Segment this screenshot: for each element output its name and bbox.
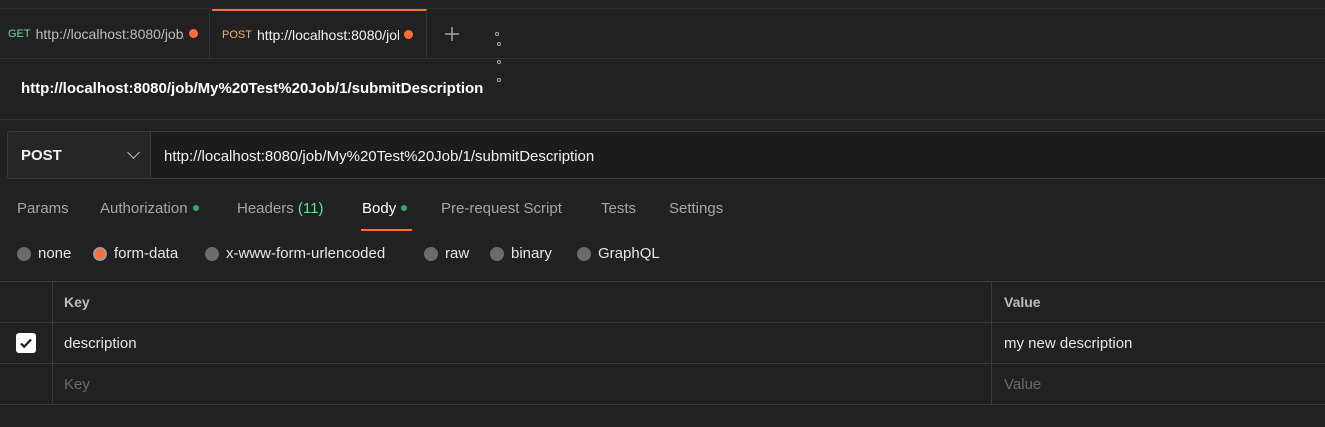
unsaved-changes-dot [188,29,198,38]
more-icon [495,31,501,82]
row-enabled-checkbox[interactable] [16,333,36,353]
check-icon [20,338,32,349]
radio-circle [205,246,219,261]
tab-method-get: GET [8,27,31,40]
tab-url: http://localhost:8080/job/My%20Test%20Jo… [35,25,184,42]
radio-binary[interactable]: binary [490,245,552,262]
plus-icon [445,26,459,41]
headers-count-badge: (11) [297,200,324,217]
tab-headers-label: Headers [237,200,294,217]
radio-label: binary [511,245,552,262]
url-input[interactable] [151,132,1325,180]
tab-settings[interactable]: Settings [669,200,723,230]
row-check-cell [0,364,53,404]
radio-x-www-form-urlencoded[interactable]: x-www-form-urlencoded [205,245,385,262]
tab-method-post: POST [222,28,252,41]
radio-label: x-www-form-urlencoded [226,245,386,262]
key-field[interactable]: description [53,323,992,363]
tab-tests[interactable]: Tests [601,200,636,230]
column-header-key: Key [53,282,992,322]
radio-circle [424,246,438,261]
table-row-new: Key Value [0,364,1325,405]
request-title[interactable]: http://localhost:8080/job/My%20Test%20Jo… [21,80,483,97]
more-tabs-button[interactable] [484,9,510,82]
tab-body-label: Body [362,200,397,217]
table-header-row: Key Value [0,282,1325,323]
new-value-field[interactable]: Value [993,364,1325,404]
radio-circle [577,246,591,261]
column-header-value: Value [1004,294,1041,310]
chevron-down-icon [127,146,140,159]
tab-params[interactable]: Params [17,200,69,230]
row-check-cell [0,323,53,363]
radio-label: raw [445,245,470,262]
method-select[interactable]: POST [8,132,151,178]
radio-form-data[interactable]: form-data [93,245,178,262]
method-label: POST [21,146,62,164]
radio-label: none [38,245,72,262]
active-tab-indicator [361,229,412,231]
url-bar: POST [7,131,1325,180]
tab-authorization-label: Authorization [100,200,188,217]
radio-graphql[interactable]: GraphQL [577,245,660,262]
radio-circle [490,246,504,261]
radio-label: GraphQL [598,245,660,262]
radio-circle-selected [93,246,107,261]
tab-authorization[interactable]: Authorization [100,200,199,230]
form-data-table: Key Value description my new description… [0,281,1325,405]
header-check-cell [0,282,53,322]
request-tab-get[interactable]: GET http://localhost:8080/job/My%20Test%… [0,9,210,58]
status-dot [192,204,199,211]
status-dot [401,204,408,211]
tab-url: http://localhost:8080/job/My%20Test%20Jo… [256,26,399,43]
divider [0,119,1325,120]
request-tab-post-active[interactable]: POST http://localhost:8080/job/My%20Test… [212,9,427,58]
radio-label: form-data [114,245,179,262]
tab-pre-request-script[interactable]: Pre-request Script [441,200,562,230]
new-tab-button[interactable] [438,9,466,58]
radio-none[interactable]: none [17,245,71,262]
tab-headers[interactable]: Headers (11) [237,200,323,230]
request-tab-bar: GET http://localhost:8080/job/My%20Test%… [0,9,1325,82]
window-top-strip [0,0,1325,9]
unsaved-changes-dot [403,30,413,39]
tab-body[interactable]: Body [361,200,412,231]
table-row: description my new description [0,323,1325,364]
radio-raw[interactable]: raw [424,245,469,262]
radio-circle [17,246,31,261]
value-field[interactable]: my new description [993,323,1325,363]
new-key-field[interactable]: Key [53,364,992,404]
